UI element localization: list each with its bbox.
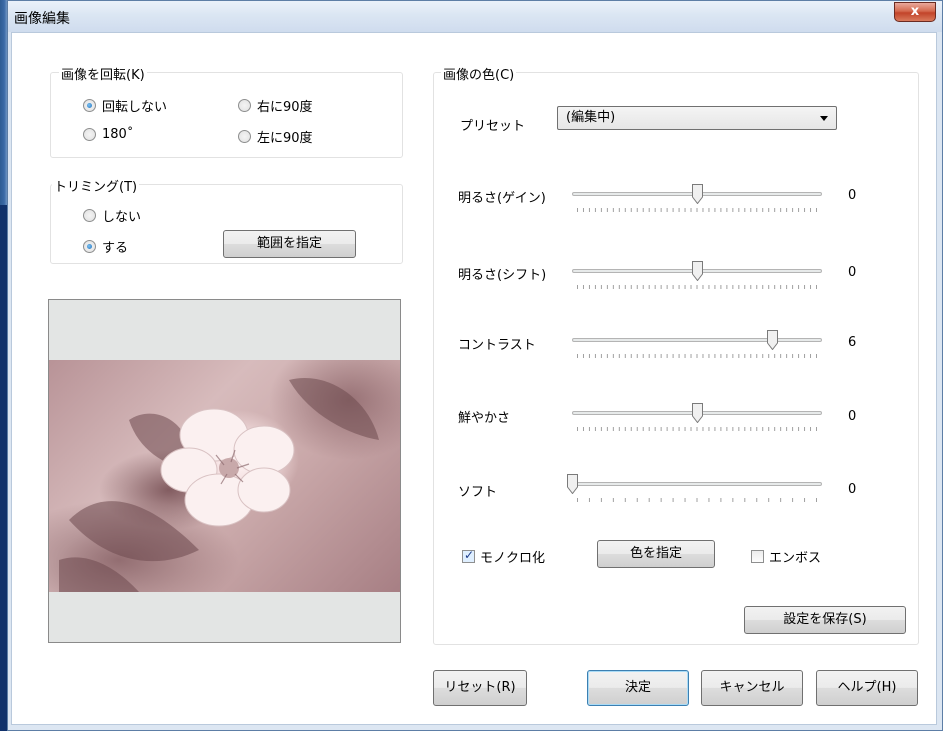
slider-value-soft: 0	[848, 482, 857, 497]
pick-color-button[interactable]: 色を指定	[597, 540, 715, 568]
image-edit-dialog: 画像編集 x 画像を回転(K) 回転しない 右に90度 180˚ 左に90度 ト…	[7, 0, 943, 731]
ok-button[interactable]: 決定	[587, 670, 689, 706]
slider-saturation[interactable]	[572, 403, 822, 435]
mono-checkbox[interactable]: モノクロ化	[462, 547, 545, 566]
trim-group: トリミング(T) しない する 範囲を指定	[50, 176, 403, 264]
slider-soft-track[interactable]	[572, 482, 822, 486]
slider-value-gain: 0	[848, 188, 857, 203]
reset-button[interactable]: リセット(R)	[433, 670, 527, 706]
slider-shift-thumb[interactable]	[692, 261, 703, 281]
slider-label-soft: ソフト	[458, 485, 498, 500]
radio-rotate-180-label: 180˚	[102, 127, 134, 142]
slider-soft[interactable]	[567, 474, 822, 506]
slider-soft-thumb[interactable]	[567, 474, 578, 494]
color-group-label: 画像の色(C)	[441, 64, 517, 83]
emboss-checkbox-box[interactable]	[751, 550, 764, 563]
close-button[interactable]: x	[894, 2, 936, 22]
slider-contrast-ticks	[577, 354, 817, 358]
preset-label: プリセット	[460, 119, 526, 134]
slider-label-gain: 明るさ(ゲイン)	[458, 191, 546, 206]
window-title: 画像編集	[14, 11, 70, 27]
emboss-checkbox[interactable]: エンボス	[751, 547, 821, 566]
flower-illustration	[59, 378, 379, 592]
slider-saturation-ticks	[577, 427, 817, 431]
chevron-down-icon	[820, 116, 828, 121]
help-button[interactable]: ヘルプ(H)	[816, 670, 918, 706]
close-icon: x	[910, 4, 920, 19]
slider-contrast[interactable]	[572, 330, 822, 362]
radio-no-rotate[interactable]: 回転しない	[83, 96, 167, 115]
mono-checkbox-box[interactable]	[462, 548, 475, 563]
rotate-group-label: 画像を回転(K)	[59, 64, 147, 83]
slider-soft-ticks	[577, 498, 817, 502]
window-left-edge-lower	[0, 205, 7, 731]
radio-rotate-left-90-label: 左に90度	[257, 131, 313, 146]
slider-label-saturation: 鮮やかさ	[458, 411, 511, 426]
slider-label-shift: 明るさ(シフト)	[458, 268, 547, 283]
rotate-group: 画像を回転(K) 回転しない 右に90度 180˚ 左に90度	[50, 64, 403, 158]
radio-no-rotate-label: 回転しない	[102, 100, 168, 115]
radio-trim-on-label: する	[102, 241, 129, 256]
preview-photo	[49, 360, 400, 592]
slider-gain[interactable]	[572, 184, 822, 216]
slider-value-shift: 0	[848, 265, 857, 280]
radio-rotate-180[interactable]: 180˚	[83, 127, 133, 142]
slider-gain-ticks	[577, 208, 817, 212]
window-left-edge	[0, 0, 7, 731]
slider-shift[interactable]	[572, 261, 822, 293]
slider-saturation-thumb[interactable]	[692, 403, 703, 423]
radio-trim-off-circle[interactable]	[83, 209, 96, 222]
slider-contrast-track[interactable]	[572, 338, 822, 342]
slider-gain-thumb[interactable]	[692, 184, 703, 204]
radio-rotate-left-90[interactable]: 左に90度	[238, 127, 313, 146]
slider-label-contrast: コントラスト	[458, 338, 536, 353]
image-preview	[48, 299, 401, 643]
trim-range-button[interactable]: 範囲を指定	[223, 230, 356, 258]
radio-rotate-right-90-circle[interactable]	[238, 99, 251, 112]
dialog-client-area: 画像を回転(K) 回転しない 右に90度 180˚ 左に90度 トリミング(T)	[11, 32, 937, 725]
save-settings-button[interactable]: 設定を保存(S)	[744, 606, 906, 634]
radio-trim-on[interactable]: する	[83, 237, 128, 256]
preset-value: (編集中)	[566, 110, 616, 125]
cancel-button[interactable]: キャンセル	[701, 670, 803, 706]
trim-group-label: トリミング(T)	[52, 176, 140, 195]
radio-rotate-left-90-circle[interactable]	[238, 130, 251, 143]
mono-checkbox-label: モノクロ化	[480, 551, 546, 566]
radio-rotate-right-90[interactable]: 右に90度	[238, 96, 313, 115]
slider-value-contrast: 6	[848, 335, 857, 350]
slider-contrast-thumb[interactable]	[767, 330, 778, 350]
slider-shift-ticks	[577, 285, 817, 289]
title-bar[interactable]: 画像編集 x	[8, 1, 942, 32]
radio-trim-off-label: しない	[102, 210, 142, 225]
radio-trim-off[interactable]: しない	[83, 206, 141, 225]
radio-rotate-180-circle[interactable]	[83, 128, 96, 141]
radio-trim-on-circle[interactable]	[83, 240, 96, 253]
radio-rotate-right-90-label: 右に90度	[257, 100, 313, 115]
emboss-checkbox-label: エンボス	[769, 551, 822, 566]
radio-no-rotate-circle[interactable]	[83, 99, 96, 112]
slider-value-saturation: 0	[848, 409, 857, 424]
preset-dropdown[interactable]: (編集中)	[557, 106, 837, 130]
